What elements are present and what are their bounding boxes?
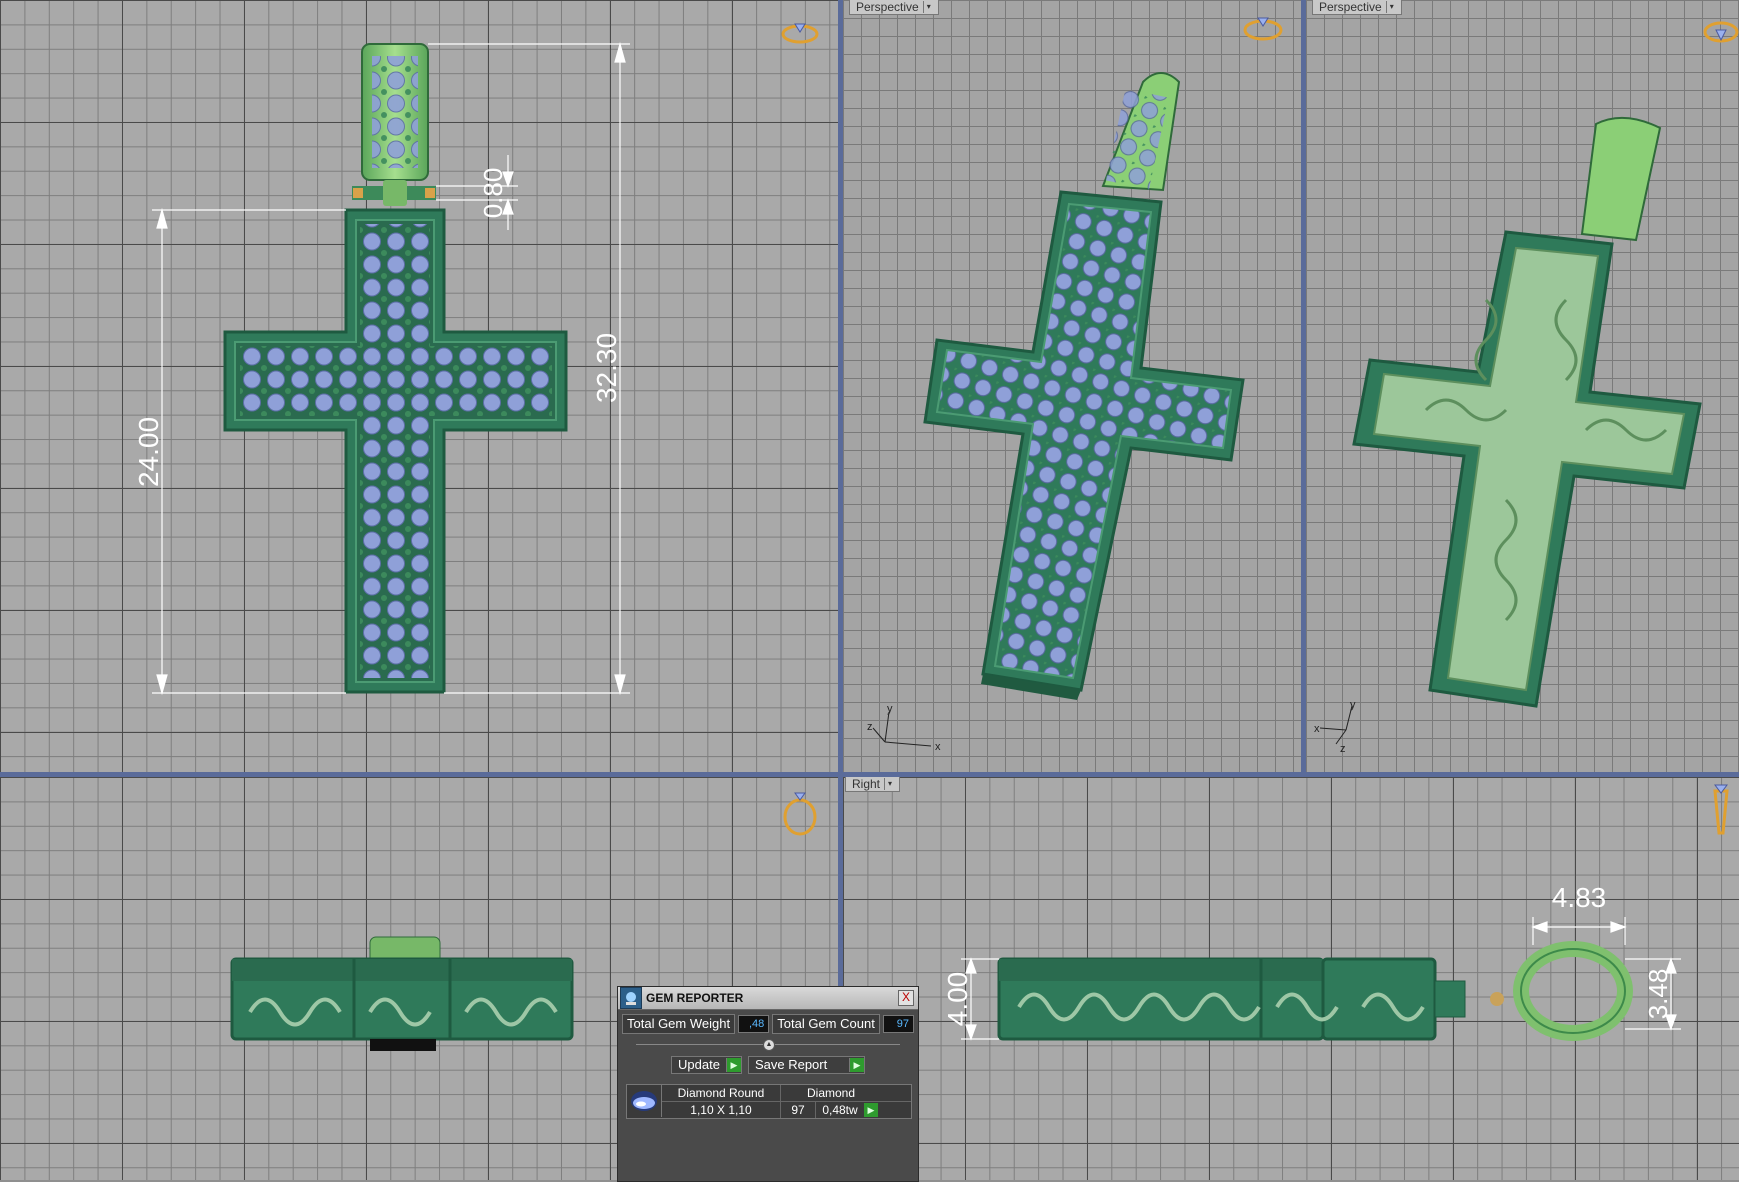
update-button-label: Update xyxy=(678,1057,720,1072)
close-icon[interactable]: X xyxy=(898,990,914,1006)
right-view-model: 4.00 4.83 3.48 xyxy=(942,784,1729,1041)
viewport-top[interactable]: 32.30 24.00 0.80 xyxy=(0,0,838,772)
viewport-right[interactable]: Right ▾ 4.00 4.83 3.48 xyxy=(843,777,1739,1180)
gem-count-cell: 97 xyxy=(781,1102,816,1118)
update-button[interactable]: Update ▶ xyxy=(671,1056,742,1074)
ring-view-icon-4[interactable] xyxy=(783,792,817,836)
total-gem-count-value: 97 xyxy=(882,1015,914,1033)
ring-view-icon-2[interactable] xyxy=(1243,17,1283,41)
play-arrow-icon: ▶ xyxy=(848,1058,864,1072)
ring-view-icon[interactable] xyxy=(781,23,819,44)
total-gem-weight-value: ,48 xyxy=(738,1015,770,1033)
gem-size-cell: 1,10 X 1,10 xyxy=(662,1102,781,1118)
gem-reporter-title: GEM REPORTER xyxy=(646,991,744,1005)
table-row: Diamond Round Diamond xyxy=(662,1085,911,1102)
axis-z-label-2: z xyxy=(1340,743,1346,755)
save-report-button-label: Save Report xyxy=(754,1057,828,1072)
gem-shape-cell: Diamond Round xyxy=(662,1085,781,1101)
total-gem-weight-label: Total Gem Weight xyxy=(622,1014,736,1034)
ring-view-icon-3[interactable] xyxy=(1703,21,1739,43)
dim-total-height: 32.30 xyxy=(591,333,622,403)
panel-collapse-divider: ▲ xyxy=(636,1039,900,1051)
dim-bail-gap: 0.80 xyxy=(478,168,508,219)
dim-bail-width: 4.83 xyxy=(1552,882,1607,913)
save-report-button[interactable]: Save Report ▶ xyxy=(747,1056,865,1074)
total-gem-count-label: Total Gem Count xyxy=(772,1014,880,1034)
gem-weight-cell: 0,48tw xyxy=(822,1103,858,1117)
perspective-model-back: x y z xyxy=(1314,21,1739,755)
gem-table: Diamond Round Diamond 1,10 X 1,10 97 0,4… xyxy=(626,1084,912,1119)
ring-view-icon-5[interactable] xyxy=(1713,784,1729,835)
collapse-toggle-icon[interactable]: ▲ xyxy=(763,1039,775,1051)
perspective-model-front: x y z xyxy=(867,17,1283,753)
axis-x-label: x xyxy=(935,741,941,753)
play-arrow-icon[interactable]: ▶ xyxy=(864,1103,878,1117)
gem-reporter-titlebar[interactable]: GEM REPORTER X xyxy=(618,987,918,1010)
gem-reporter-logo-icon xyxy=(620,987,642,1009)
axis-triad-1 xyxy=(872,711,932,747)
axis-y-label-2: y xyxy=(1350,699,1356,711)
axis-z-label: z xyxy=(867,721,873,733)
viewport-perspective-1[interactable]: Perspective ▾ x y z xyxy=(843,0,1301,772)
viewport-perspective-2[interactable]: Perspective ▾ x y z xyxy=(1306,0,1739,772)
dim-bail-height: 3.48 xyxy=(1643,969,1673,1020)
viewport-divider-h[interactable] xyxy=(0,772,1739,777)
dim-thickness: 4.00 xyxy=(942,972,973,1027)
diamond-thumbnail-icon xyxy=(627,1085,662,1117)
dim-cross-height: 24.00 xyxy=(133,417,164,487)
top-view-model: 32.30 24.00 0.80 xyxy=(133,23,819,696)
axis-triad-2 xyxy=(1319,705,1353,745)
play-arrow-icon: ▶ xyxy=(725,1058,741,1072)
axis-x-label-2: x xyxy=(1314,723,1320,735)
viewport-divider-v2[interactable] xyxy=(1301,0,1306,777)
gem-reporter-panel[interactable]: GEM REPORTER X Total Gem Weight ,48 Tota… xyxy=(617,986,919,1182)
table-row[interactable]: 1,10 X 1,10 97 0,48tw ▶ xyxy=(662,1102,911,1118)
gem-material-cell: Diamond xyxy=(806,1086,856,1100)
axis-y-label: y xyxy=(887,703,893,715)
